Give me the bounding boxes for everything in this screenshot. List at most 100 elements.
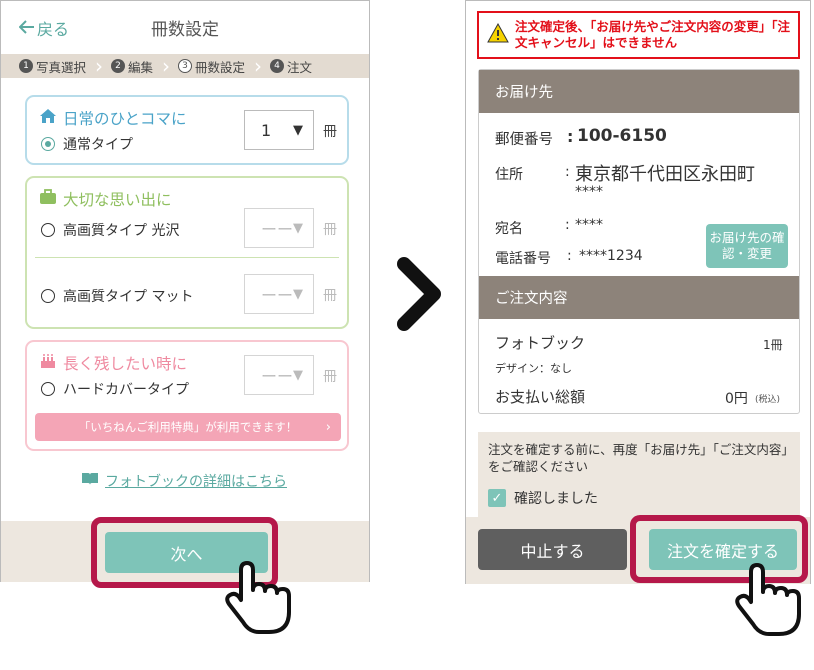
step-3: 3 冊数設定 ›: [170, 54, 262, 78]
postal-label: 郵便番号: [495, 132, 553, 148]
quantity-value: 1: [261, 120, 272, 140]
tax-note: (税込): [755, 395, 781, 405]
card-title: 長く残したい時に: [39, 352, 187, 374]
dropdown-triangle-icon: ▼: [293, 367, 303, 383]
chevron-right-icon: ›: [325, 419, 331, 435]
cancel-button[interactable]: 中止する: [478, 529, 627, 570]
step-number: 2: [111, 59, 126, 73]
warning-text: 注文確定後、「お届け先やご注文内容の変更」「注文キャンセル」はできません: [515, 19, 791, 50]
pointing-hand-icon: [733, 562, 809, 642]
product-qty: 1冊: [763, 338, 783, 352]
radio-hardcover[interactable]: ハードカバータイプ: [41, 379, 189, 399]
step-quantity-screen: 冊数設定 戻る 1 写真選択 › 2 編集 › 3 冊数設定 › 4 注文 日常のひとコマに …: [0, 0, 370, 582]
quantity-select-disabled: ーー ▼: [244, 208, 314, 248]
house-icon: [39, 108, 57, 128]
divider: [35, 257, 339, 258]
radio-dot[interactable]: [41, 223, 55, 237]
total-value: 0円: [725, 391, 748, 407]
step-number: 3: [178, 59, 193, 73]
unit-label: 冊: [323, 288, 337, 304]
order-confirm-screen: 注文確定後、「お届け先やご注文内容の変更」「注文キャンセル」はできません お届け…: [465, 0, 811, 584]
photobook-detail-link[interactable]: フォトブックの詳細はこちら: [81, 471, 287, 491]
chevron-right-icon: ›: [95, 54, 104, 78]
warning-icon: [487, 23, 509, 47]
step-number: 1: [19, 59, 33, 73]
address-value: 東京都千代田区永田町: [575, 164, 755, 185]
quantity-placeholder: ーー: [261, 220, 294, 239]
dropdown-triangle-icon: ▼: [293, 122, 303, 138]
radio-label: ハードカバータイプ: [63, 382, 189, 398]
address-label: 住所: [495, 167, 523, 183]
unit-label: 冊: [323, 222, 337, 238]
confirm-instructions: 注文を確定する前に、再度「お届け先」「ご注文内容」をご確認ください: [488, 442, 788, 474]
edit-address-button[interactable]: お届け先の確認・変更: [706, 224, 788, 268]
card-high-quality: 大切な思い出に 高画質タイプ 光沢 ーー ▼ 冊 高画質タイプ マット ーー ▼ 冊: [25, 176, 349, 329]
card-title-text: 日常のひとコマに: [63, 110, 187, 128]
confirm-area: 注文を確定する前に、再度「お届け先」「ご注文内容」をご確認ください ✓ 確認しま…: [478, 432, 800, 517]
checkbox-label: 確認しました: [514, 491, 598, 507]
dropdown-triangle-icon: ▼: [293, 220, 303, 236]
order-summary-panel: お届け先 郵便番号 : 100-6150 住所 : 東京都千代田区永田町 ***…: [478, 69, 800, 414]
step-label: 冊数設定: [195, 59, 246, 75]
colon: :: [567, 248, 572, 264]
pointing-hand-icon: [223, 560, 299, 640]
quantity-select-disabled: ーー ▼: [244, 355, 314, 395]
suitcase-icon: [39, 189, 57, 209]
chevron-right-icon: ›: [254, 54, 263, 78]
checkbox[interactable]: ✓: [488, 489, 506, 507]
step-2: 2 編集 ›: [103, 54, 170, 78]
quantity-placeholder: ーー: [261, 367, 294, 386]
dropdown-triangle-icon: ▼: [293, 286, 303, 302]
warning-banner: 注文確定後、「お届け先やご注文内容の変更」「注文キャンセル」はできません: [477, 11, 800, 59]
back-button[interactable]: 戻る: [18, 16, 70, 40]
radio-dot[interactable]: [41, 289, 55, 303]
card-hardcover: 長く残したい時に ハードカバータイプ ーー ▼ 冊 「いちねんご利用特典」が利用で…: [25, 340, 349, 451]
step-label: 編集: [128, 59, 154, 75]
name-value: ****: [575, 217, 603, 233]
card-title-text: 長く残したい時に: [63, 355, 188, 373]
radio-matte[interactable]: 高画質タイプ マット: [41, 286, 193, 306]
card-standard: 日常のひとコマに 通常タイプ 1 ▼ 冊: [25, 95, 349, 165]
radio-glossy[interactable]: 高画質タイプ 光沢: [41, 220, 179, 240]
total-label: お支払い総額: [495, 388, 586, 406]
step-number: 4: [270, 59, 285, 73]
step-label: 写真選択: [36, 59, 87, 75]
colon: :: [567, 127, 574, 146]
benefit-text: 「いちねんご利用特典」が利用できます！: [78, 420, 298, 434]
step-label: 注文: [287, 59, 313, 75]
confirm-checkbox-row[interactable]: ✓ 確認しました: [488, 488, 598, 508]
radio-label: 高画質タイプ 光沢: [63, 223, 180, 239]
step-4: 4 注文: [262, 57, 312, 76]
chevron-right-icon: ›: [162, 54, 171, 78]
design-info: デザイン：なし: [495, 362, 572, 375]
chevron-right-icon: [396, 256, 444, 336]
card-title: 日常のひとコマに: [39, 107, 187, 129]
checkmark-icon: ✓: [491, 490, 503, 506]
step-indicator: 1 写真選択 › 2 編集 › 3 冊数設定 › 4 注文: [1, 54, 369, 78]
address-value-line2: ****: [575, 184, 603, 200]
colon: :: [565, 217, 570, 233]
delivery-header: お届け先: [479, 70, 799, 113]
back-label: 戻る: [37, 20, 70, 39]
unit-label: 冊: [323, 369, 337, 385]
radio-label: 高画質タイプ マット: [63, 289, 194, 305]
benefit-banner[interactable]: 「いちねんご利用特典」が利用できます！ ›: [35, 413, 341, 441]
order-header: ご注文内容: [479, 276, 799, 319]
radio-dot[interactable]: [41, 382, 55, 396]
card-title: 大切な思い出に: [39, 188, 172, 210]
postal-value: 100-6150: [577, 126, 667, 146]
radio-standard[interactable]: 通常タイプ: [41, 134, 133, 154]
radio-label: 通常タイプ: [63, 137, 133, 153]
phone-label: 電話番号: [495, 251, 551, 267]
name-label: 宛名: [495, 221, 523, 237]
card-title-text: 大切な思い出に: [63, 191, 172, 209]
book-icon: [81, 472, 99, 490]
colon: :: [565, 164, 570, 180]
radio-dot[interactable]: [41, 137, 55, 151]
cake-icon: [39, 353, 57, 373]
quantity-select-disabled: ーー ▼: [244, 274, 314, 314]
product-name: フォトブック: [495, 334, 586, 352]
link-text: フォトブックの詳細はこちら: [105, 474, 287, 490]
quantity-select[interactable]: 1 ▼: [244, 110, 314, 150]
step-1: 1 写真選択 ›: [1, 54, 103, 78]
